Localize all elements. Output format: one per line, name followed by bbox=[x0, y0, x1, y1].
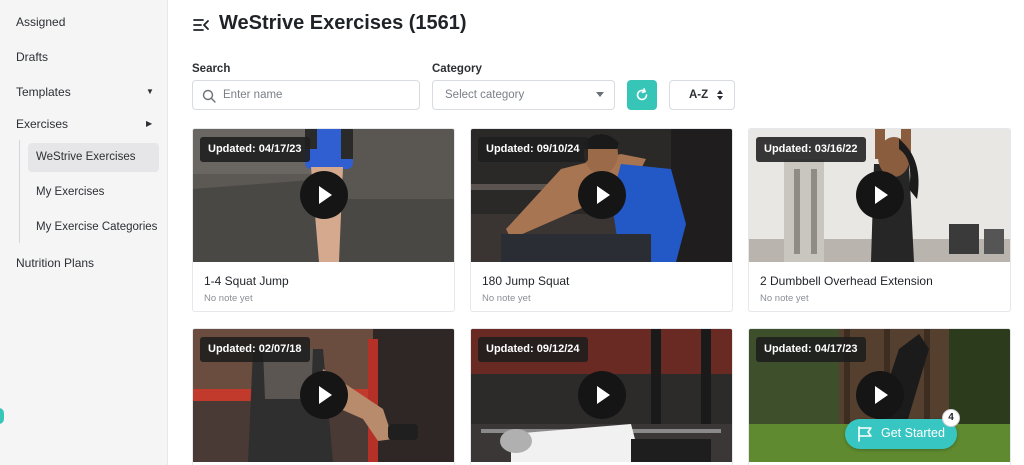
exercise-thumbnail[interactable]: Updated: 02/07/18 bbox=[193, 329, 454, 462]
exercise-thumbnail[interactable]: Updated: 09/12/24 bbox=[471, 329, 732, 462]
search-field[interactable] bbox=[192, 80, 420, 110]
category-select[interactable]: Select category bbox=[432, 80, 615, 110]
updated-badge: Updated: 09/10/24 bbox=[478, 137, 588, 162]
exercise-card[interactable]: Updated: 03/16/22 2 Dumbbell Overhead Ex… bbox=[748, 128, 1011, 312]
exercise-card[interactable]: Updated: 02/07/18 bbox=[192, 328, 455, 465]
notification-badge: 4 bbox=[942, 409, 960, 427]
play-icon bbox=[597, 386, 610, 404]
sidebar-subitem-my-exercise-categories[interactable]: My Exercise Categories bbox=[28, 213, 159, 242]
subnav-divider bbox=[19, 140, 20, 243]
sidebar: Assigned Drafts Templates ▼ Exercises ▶ … bbox=[0, 0, 168, 465]
updated-badge: Updated: 02/07/18 bbox=[200, 337, 310, 362]
sidebar-item-templates[interactable]: Templates bbox=[16, 85, 71, 99]
chevron-down-icon bbox=[596, 92, 604, 97]
exercise-card[interactable]: Updated: 09/12/24 bbox=[470, 328, 733, 465]
play-button[interactable] bbox=[578, 371, 626, 419]
exercise-thumbnail[interactable]: Updated: 03/16/22 bbox=[749, 129, 1010, 262]
sidebar-subitem-my-exercises[interactable]: My Exercises bbox=[28, 178, 159, 207]
updated-badge: Updated: 04/17/23 bbox=[756, 337, 866, 362]
play-button[interactable] bbox=[856, 171, 904, 219]
sidebar-item-assigned[interactable]: Assigned bbox=[16, 15, 65, 29]
get-started-label: Get Started bbox=[881, 426, 945, 440]
exercise-title: 2 Dumbbell Overhead Extension bbox=[760, 274, 933, 288]
caret-right-icon[interactable]: ▶ bbox=[146, 119, 152, 128]
refresh-button[interactable] bbox=[627, 80, 657, 110]
sidebar-item-drafts[interactable]: Drafts bbox=[16, 50, 48, 64]
play-icon bbox=[875, 186, 888, 204]
exercise-thumbnail[interactable]: Updated: 09/10/24 bbox=[471, 129, 732, 262]
sidebar-item-exercises[interactable]: Exercises bbox=[16, 117, 68, 131]
updated-badge: Updated: 09/12/24 bbox=[478, 337, 588, 362]
play-button[interactable] bbox=[856, 371, 904, 419]
get-started-button[interactable]: Get Started bbox=[845, 419, 957, 449]
play-icon bbox=[597, 186, 610, 204]
search-label: Search bbox=[192, 63, 231, 75]
category-select-value: Select category bbox=[445, 89, 525, 101]
exercise-note: No note yet bbox=[204, 293, 253, 304]
exercise-note: No note yet bbox=[482, 293, 531, 304]
updated-badge: Updated: 04/17/23 bbox=[200, 137, 310, 162]
play-button[interactable] bbox=[300, 371, 348, 419]
play-button[interactable] bbox=[300, 171, 348, 219]
exercise-thumbnail[interactable]: Updated: 04/17/23 bbox=[193, 129, 454, 262]
search-input[interactable] bbox=[223, 81, 413, 109]
collapse-menu-icon[interactable] bbox=[192, 16, 210, 34]
play-button[interactable] bbox=[578, 171, 626, 219]
exercise-title: 180 Jump Squat bbox=[482, 274, 570, 288]
play-icon bbox=[319, 386, 332, 404]
refresh-icon bbox=[636, 88, 648, 101]
exercise-title: 1-4 Squat Jump bbox=[204, 274, 289, 288]
exercise-card[interactable]: Updated: 04/17/23 1-4 Squat Jump No note… bbox=[192, 128, 455, 312]
flag-icon bbox=[858, 426, 872, 442]
page-title: WeStrive Exercises (1561) bbox=[219, 12, 467, 34]
updated-badge: Updated: 03/16/22 bbox=[756, 137, 866, 162]
sidebar-item-nutrition-plans[interactable]: Nutrition Plans bbox=[16, 256, 94, 270]
play-icon bbox=[875, 386, 888, 404]
sort-caret-icon bbox=[717, 90, 723, 100]
exercise-note: No note yet bbox=[760, 293, 809, 304]
sort-value: A-Z bbox=[689, 89, 709, 101]
category-label: Category bbox=[432, 63, 482, 75]
sidebar-subitem-westrive-exercises[interactable]: WeStrive Exercises bbox=[28, 143, 159, 172]
search-icon bbox=[202, 89, 216, 103]
play-icon bbox=[319, 186, 332, 204]
sort-select[interactable]: A-Z bbox=[669, 80, 735, 110]
exercise-card[interactable]: Updated: 09/10/24 180 Jump Squat No note… bbox=[470, 128, 733, 312]
caret-down-icon[interactable]: ▼ bbox=[146, 87, 154, 96]
